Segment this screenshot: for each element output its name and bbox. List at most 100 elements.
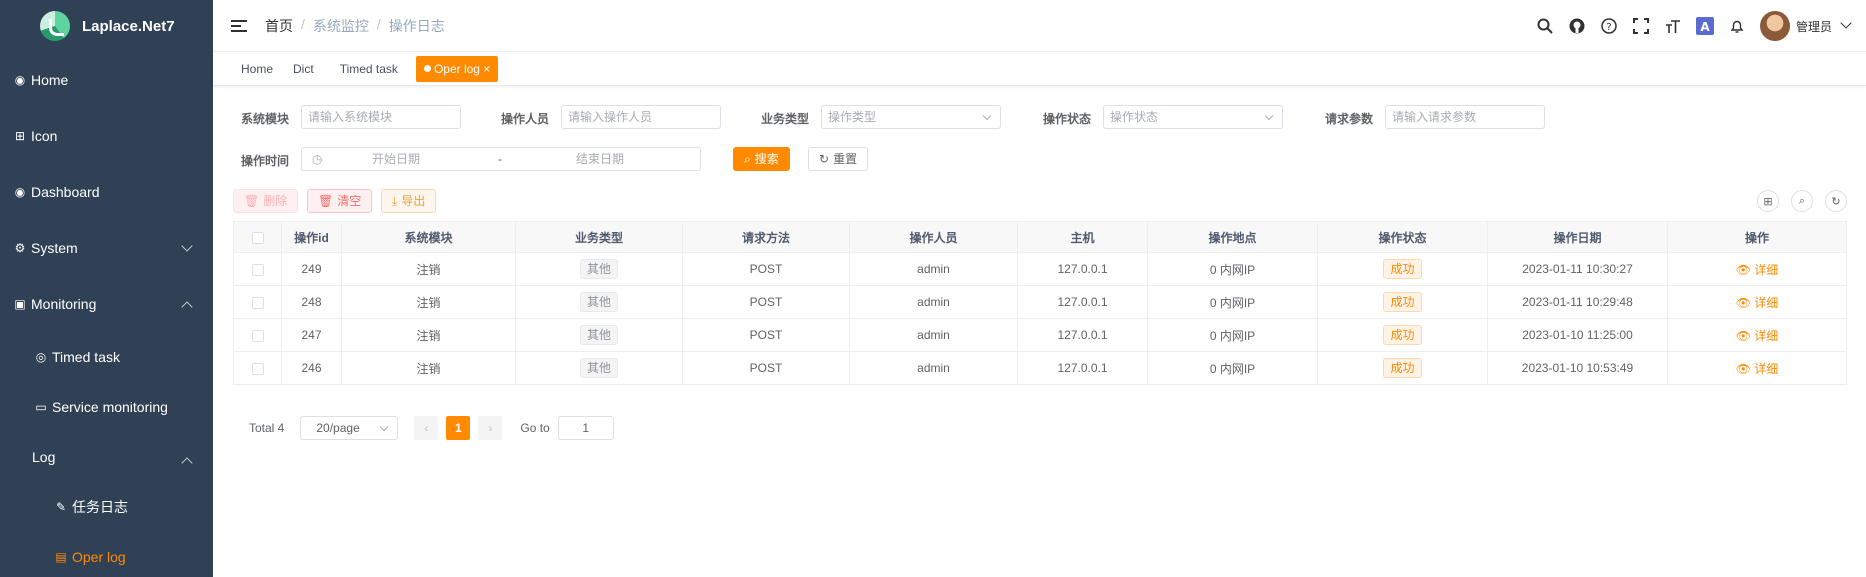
github-icon[interactable] [1568, 17, 1586, 35]
brand-name: Laplace.Net7 [82, 17, 175, 35]
grid-icon: ⊞ [14, 129, 26, 143]
breadcrumb-monitoring: 系统监控 [312, 17, 369, 34]
cell-type: 其他 [515, 351, 683, 385]
sidebar-item-oper-log[interactable]: ▤ Oper log [0, 532, 213, 577]
dashboard-icon: ◉ [14, 73, 26, 87]
help-icon[interactable]: ? [1600, 17, 1618, 35]
sidebar-item-label: 任务日志 [72, 499, 128, 515]
column-header: 操作id [281, 221, 342, 253]
biz-type-select[interactable]: 操作类型 [821, 105, 1001, 129]
tab-dict[interactable]: Dict [285, 56, 322, 82]
table-row: 249 注销 其他 POST admin 127.0.0.1 0 内网IP 成功… [233, 252, 1847, 286]
page-number-button[interactable]: 1 [446, 416, 471, 440]
sidebar-item-system[interactable]: ⚙ System [0, 220, 213, 276]
sidebar-item-dashboard[interactable]: ◉ Dashboard [0, 164, 213, 220]
status-select[interactable]: 操作状态 [1103, 105, 1283, 129]
column-header: 操作人员 [849, 221, 1018, 253]
search-icon[interactable] [1536, 17, 1554, 35]
type-badge: 其他 [579, 259, 618, 279]
reset-button[interactable]: ↻ 重置 [808, 147, 869, 171]
cell-location: 0 内网IP [1147, 285, 1318, 319]
cell-user: admin [849, 351, 1018, 385]
breadcrumb-home[interactable]: 首页 [265, 16, 293, 36]
start-date[interactable]: 开始日期 [372, 148, 420, 170]
cell-type: 其他 [515, 285, 683, 319]
search-toggle-button[interactable]: ⌕ [1791, 190, 1813, 212]
sidebar-item-log[interactable]: Log [0, 432, 213, 482]
close-icon[interactable]: × [480, 62, 490, 76]
detail-link[interactable]: 👁 详细 [1736, 296, 1779, 310]
row-checkbox[interactable] [233, 285, 282, 319]
sidebar-item-icon[interactable]: ⊞ Icon [0, 108, 213, 164]
fullscreen-icon[interactable] [1632, 17, 1650, 35]
sidebar-item-task-log[interactable]: ✎ 任务日志 [0, 482, 213, 532]
delete-button[interactable]: 🗑 删除 [233, 189, 299, 213]
row-checkbox[interactable] [233, 252, 282, 286]
export-button[interactable]: ⤓ 导出 [381, 189, 437, 213]
column-header: 操作地点 [1147, 221, 1318, 253]
page-size-select[interactable]: 20/page [300, 416, 399, 440]
cell-module: 注销 [341, 285, 516, 319]
tags-view: Home Dict Timed task Oper log × [213, 52, 1866, 86]
end-date[interactable]: 结束日期 [576, 148, 624, 170]
select-all-checkbox[interactable] [233, 221, 282, 253]
total-count: Total 4 [249, 421, 285, 435]
chevron-down-icon[interactable] [1840, 17, 1852, 29]
cell-status: 成功 [1317, 252, 1488, 286]
status-badge: 成功 [1383, 259, 1422, 279]
cell-user: admin [849, 318, 1018, 352]
cell-status: 成功 [1317, 285, 1488, 319]
hamburger-icon[interactable] [231, 19, 247, 33]
goto-input[interactable]: 1 [557, 416, 614, 440]
sidebar-item-home[interactable]: ◉ Home [0, 52, 213, 108]
clear-button[interactable]: 🗑 清空 [307, 189, 373, 213]
tab-timed-task[interactable]: Timed task [332, 56, 406, 82]
table-header-row: 操作id 系统模块 业务类型 请求方法 操作人员 主机 操作地点 操作状态 操作… [233, 221, 1847, 253]
sidebar-item-label: Oper log [72, 549, 126, 565]
document-icon: ▤ [55, 550, 67, 564]
type-badge: 其他 [579, 325, 618, 345]
table-row: 246 注销 其他 POST admin 127.0.0.1 0 内网IP 成功… [233, 351, 1847, 385]
prev-page-button[interactable]: ‹ [414, 416, 439, 440]
search-button[interactable]: ⌕ 搜索 [733, 147, 790, 171]
status-badge: 成功 [1383, 292, 1422, 312]
row-checkbox[interactable] [233, 318, 282, 352]
refresh-button[interactable]: ↻ [1825, 190, 1847, 212]
timer-icon: ◎ [35, 350, 47, 364]
chevron-down-icon [1264, 111, 1274, 121]
cell-id: 247 [281, 318, 342, 352]
columns-toggle-button[interactable]: ⊞ [1757, 190, 1779, 212]
column-header: 操作 [1667, 221, 1847, 253]
trash-icon: 🗑 [318, 194, 334, 208]
table-row: 247 注销 其他 POST admin 127.0.0.1 0 内网IP 成功… [233, 318, 1847, 352]
font-size-icon[interactable] [1664, 17, 1682, 35]
sidebar-item-timed-task[interactable]: ◎ Timed task [0, 332, 213, 382]
params-input[interactable]: 请输入请求参数 [1385, 105, 1545, 129]
cell-host: 127.0.0.1 [1017, 252, 1148, 286]
filter-operator-label: 操作人员 [501, 112, 550, 126]
user-name[interactable]: 管理员 [1796, 18, 1832, 35]
tab-home[interactable]: Home [233, 56, 281, 82]
translate-icon[interactable]: A [1695, 17, 1714, 35]
edit-icon: ✎ [55, 500, 67, 514]
row-checkbox[interactable] [233, 351, 282, 385]
next-page-button[interactable]: › [478, 416, 503, 440]
cell-type: 其他 [515, 252, 683, 286]
brand[interactable]: Laplace.Net7 [0, 0, 213, 52]
sidebar-item-service-monitoring[interactable]: ▭ Service monitoring [0, 382, 213, 432]
filter-params-label: 请求参数 [1325, 112, 1374, 126]
avatar[interactable] [1759, 11, 1790, 41]
date-range-picker[interactable]: ◷ 开始日期 - 结束日期 [301, 147, 701, 171]
column-header: 操作日期 [1487, 221, 1668, 253]
cell-host: 127.0.0.1 [1017, 285, 1148, 319]
status-badge: 成功 [1383, 358, 1422, 378]
detail-link[interactable]: 👁 详细 [1736, 362, 1779, 376]
detail-link[interactable]: 👁 详细 [1736, 329, 1779, 343]
sidebar-item-monitoring[interactable]: ▣ Monitoring [0, 276, 213, 332]
detail-link[interactable]: 👁 详细 [1736, 263, 1779, 277]
tab-oper-log[interactable]: Oper log × [415, 55, 499, 82]
column-header: 操作状态 [1317, 221, 1488, 253]
module-input[interactable]: 请输入系统模块 [301, 105, 461, 129]
operator-input[interactable]: 请输入操作人员 [561, 105, 721, 129]
bell-icon[interactable] [1728, 17, 1746, 35]
